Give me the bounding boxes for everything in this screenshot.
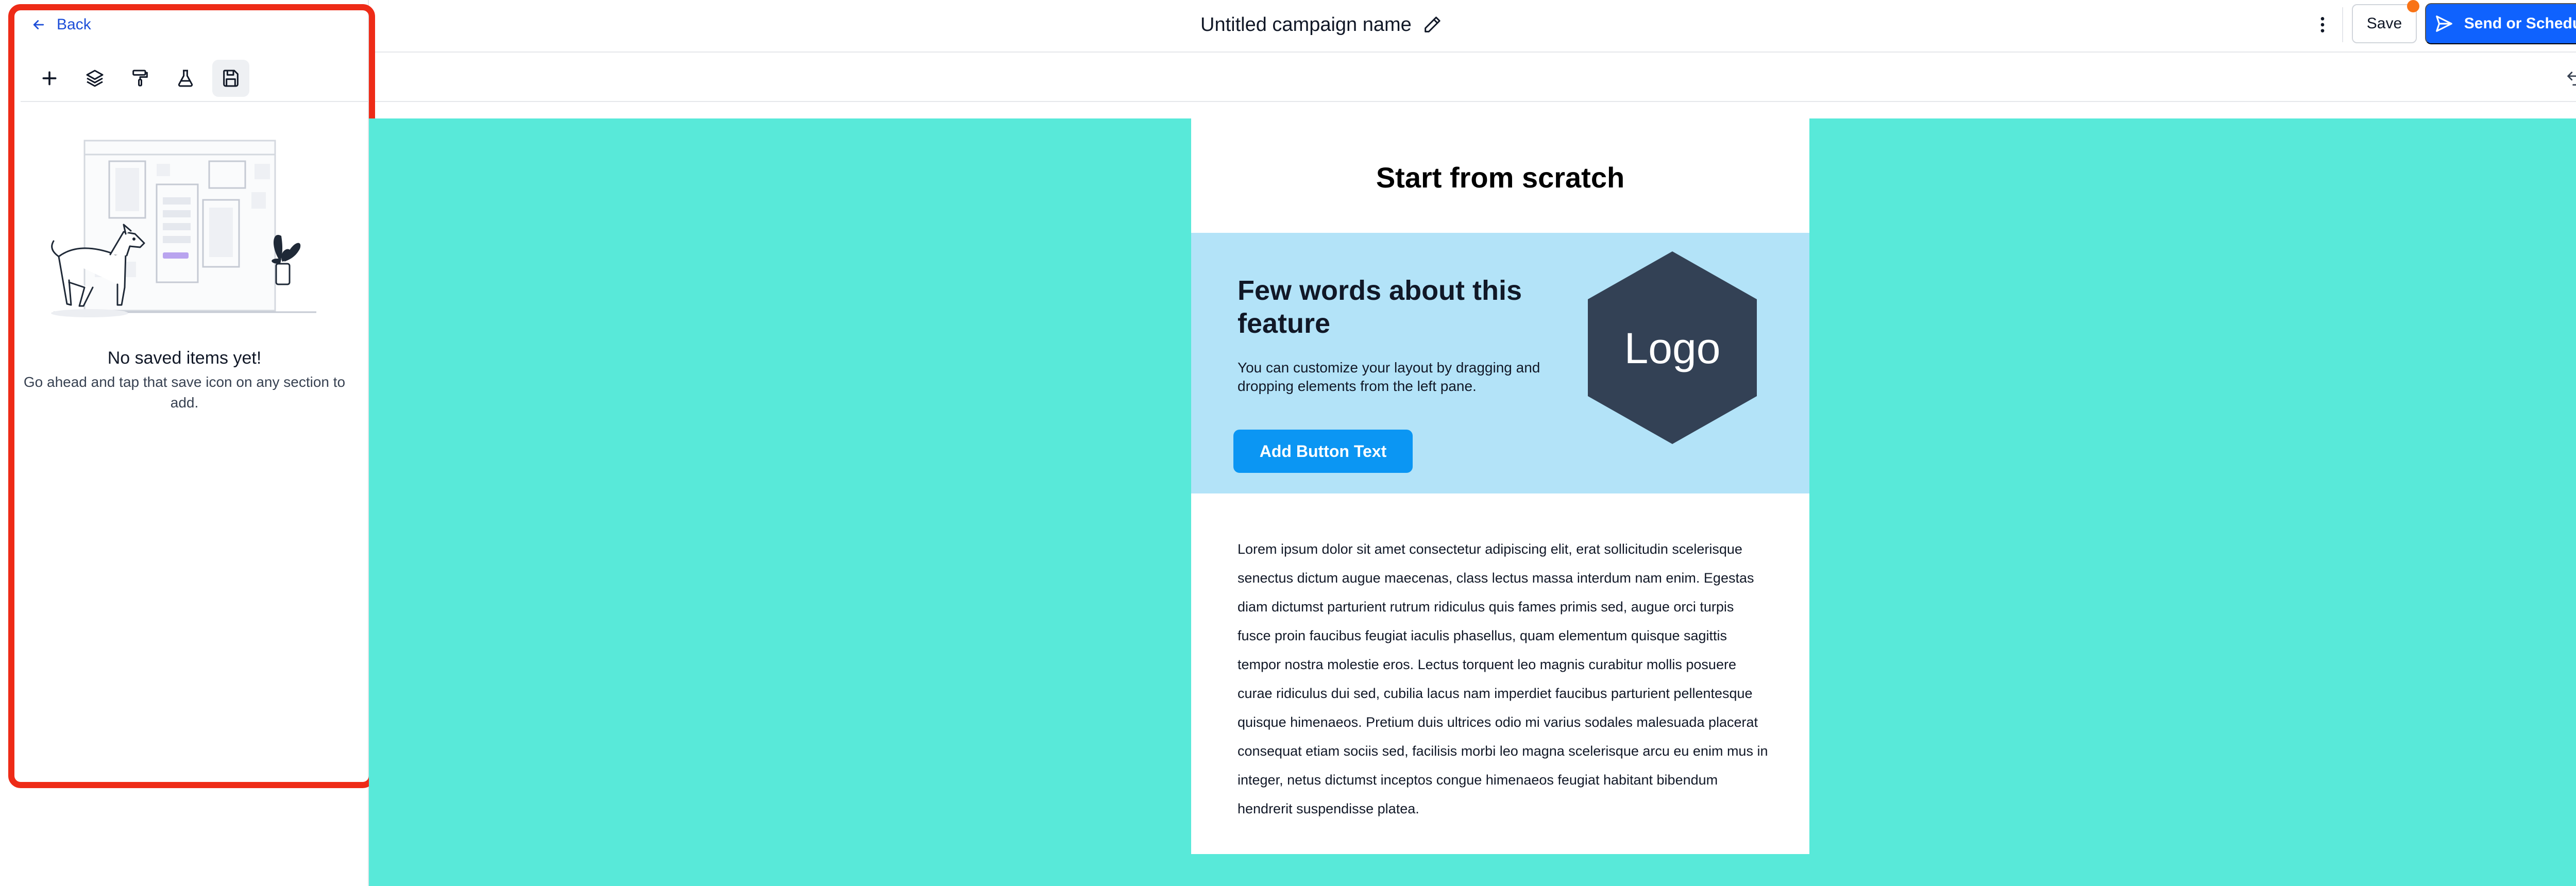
hero-text[interactable]: You can customize your layout by draggin… [1238,359,1541,396]
arrow-left-icon [33,20,44,29]
send-or-schedule-button[interactable]: Send or Schedule [2425,3,2576,44]
email-heading[interactable]: Start from scratch [1191,161,1809,194]
logo-text: Logo [1624,324,1721,372]
more-options-icon[interactable] [2308,11,2337,38]
back-label: Back [57,16,91,33]
empty-state-subtitle: Go ahead and tap that save icon on any s… [23,374,346,411]
edit-pencil-icon[interactable] [1422,14,1443,35]
campaign-title[interactable]: Untitled campaign name [1200,14,1412,36]
flask-icon[interactable] [167,60,204,97]
save-button[interactable]: Save [2352,4,2417,43]
hero-section[interactable]: Few words about this feature You can cus… [1191,233,1809,493]
paint-roller-icon[interactable] [122,60,159,97]
email-canvas: Start from scratch Few words about this … [369,118,2576,886]
layers-icon[interactable] [76,60,113,97]
hero-cta-button[interactable]: Add Button Text [1233,430,1413,473]
notification-dot [2407,0,2419,12]
left-panel: Back No saved items yet! Go ahead and ta… [0,0,375,886]
campaign-title-group: Untitled campaign name [1200,10,1443,39]
empty-state-title: No saved items yet! [107,348,262,368]
save-icon[interactable] [212,60,249,97]
header-divider [2342,7,2343,42]
send-button-label: Send or Schedule [2464,15,2576,32]
empty-state-illustration [48,133,321,318]
send-icon [2435,15,2452,32]
undo-icon[interactable] [2564,68,2576,89]
editor-toolbar [369,53,2576,102]
top-bar: Untitled campaign name Save Send or Sche… [0,0,2576,53]
add-icon[interactable] [31,60,68,97]
hero-title[interactable]: Few words about this feature [1238,274,1547,340]
back-button[interactable]: Back [31,13,91,36]
email-template: Start from scratch Few words about this … [1191,118,1809,854]
panel-tool-row [21,53,369,102]
email-body-text[interactable]: Lorem ipsum dolor sit amet consectetur a… [1238,535,1768,823]
